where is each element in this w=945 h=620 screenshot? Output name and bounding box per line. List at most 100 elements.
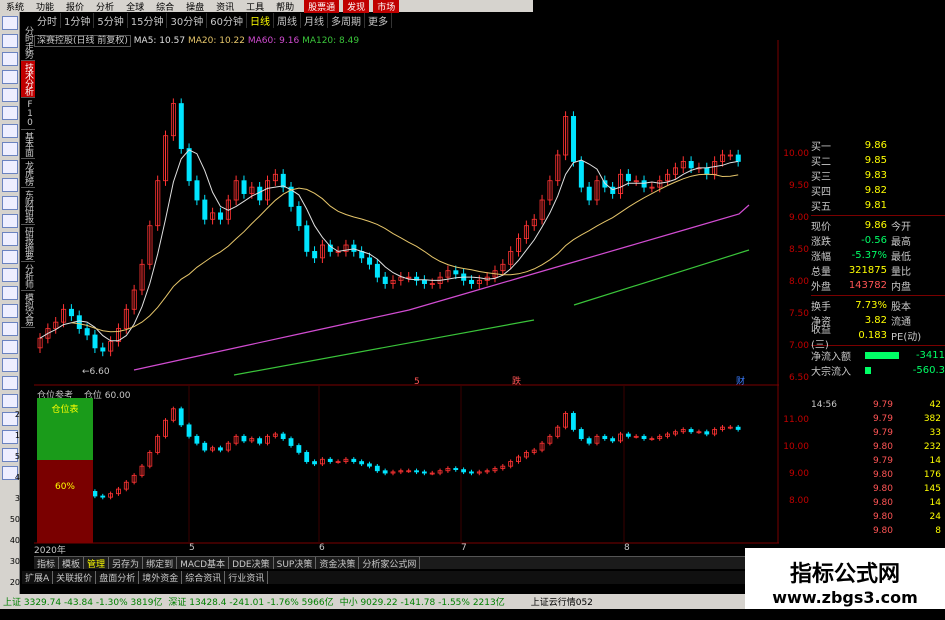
indicator-tab[interactable]: 管理 — [84, 557, 110, 570]
tool-icon[interactable] — [2, 250, 18, 264]
candle-body[interactable] — [218, 212, 224, 220]
indicator-tab[interactable]: 指标 — [34, 557, 60, 570]
menu-item[interactable]: 操盘 — [180, 0, 210, 13]
candle-body[interactable] — [625, 173, 631, 182]
tool-icon[interactable] — [2, 286, 18, 300]
candle-body[interactable] — [453, 270, 459, 275]
tool-icon[interactable] — [2, 214, 18, 228]
tool-icon[interactable] — [2, 160, 18, 174]
period-tab[interactable]: 1分钟 — [61, 13, 95, 28]
tool-icon[interactable] — [2, 52, 18, 66]
period-tab[interactable]: 月线 — [301, 13, 328, 28]
tool-icon[interactable] — [2, 268, 18, 282]
tool-icon[interactable] — [2, 88, 18, 102]
tool-icon[interactable] — [2, 196, 18, 210]
left-nav-item[interactable]: 分时走势 — [21, 24, 35, 61]
menu-item[interactable]: 综合 — [150, 0, 180, 13]
candle-body[interactable] — [421, 279, 427, 284]
candle-body[interactable] — [76, 315, 82, 329]
tool-icon[interactable] — [2, 304, 18, 318]
tool-icon[interactable] — [2, 358, 18, 372]
candle-body[interactable] — [571, 116, 577, 162]
tool-icon[interactable] — [2, 322, 18, 336]
candle-body[interactable] — [257, 186, 263, 201]
menu-item[interactable]: 报价 — [60, 0, 90, 13]
event-marker[interactable]: 财 — [736, 375, 745, 387]
event-marker[interactable]: 5 — [414, 377, 420, 387]
indicator-tab[interactable]: 模板 — [59, 557, 85, 570]
period-tab[interactable]: 周线 — [274, 13, 301, 28]
tool-icon[interactable] — [2, 70, 18, 84]
candle-body[interactable] — [202, 199, 208, 220]
left-nav-item[interactable]: 龙虎榜 — [21, 159, 35, 188]
extension-tab[interactable]: 关联报价 — [53, 571, 97, 584]
extension-tab[interactable]: 行业资讯 — [225, 571, 269, 584]
indicator-tab[interactable]: 另存为 — [109, 557, 144, 570]
extension-tab[interactable]: 境外资金 — [139, 571, 183, 584]
menu-item[interactable]: 系统 — [0, 0, 30, 13]
sz-index[interactable]: 深证 13428.4 -241.01 -1.76% 5966亿 — [165, 595, 336, 608]
left-nav-item[interactable]: 基本面 — [21, 130, 35, 159]
candle-body[interactable] — [296, 206, 302, 227]
tool-icon[interactable] — [2, 376, 18, 390]
period-tab[interactable]: 60分钟 — [207, 13, 247, 28]
menu-item[interactable]: 资讯 — [210, 0, 240, 13]
candle-body[interactable] — [280, 173, 286, 188]
period-tab[interactable]: 15分钟 — [128, 13, 168, 28]
candle-body[interactable] — [351, 244, 357, 252]
candle-body[interactable] — [367, 257, 373, 265]
indicator-tab[interactable]: 资金决策 — [316, 557, 360, 570]
candle-body[interactable] — [84, 328, 90, 336]
candle-body[interactable] — [374, 263, 380, 278]
candle-body[interactable] — [194, 180, 200, 201]
candle-body[interactable] — [178, 103, 184, 149]
tool-icon[interactable] — [2, 34, 18, 48]
period-tab[interactable]: 更多 — [365, 13, 392, 28]
extension-tab[interactable]: 综合资讯 — [182, 571, 226, 584]
tool-icon[interactable] — [2, 394, 18, 408]
menu-item[interactable]: 市场 — [373, 0, 400, 13]
tool-icon[interactable] — [2, 178, 18, 192]
candle-body[interactable] — [735, 154, 741, 162]
period-tab[interactable]: 多周期 — [328, 13, 365, 28]
menu-item[interactable]: 全球 — [120, 0, 150, 13]
left-nav-item[interactable]: 研报摘要 — [21, 225, 35, 262]
kline-chart[interactable]: ←6.60 5 跌 财 — [34, 40, 779, 550]
candle-body[interactable] — [586, 186, 592, 201]
sh-index[interactable]: 上证 3329.74 -43.84 -1.30% 3819亿 — [0, 595, 165, 608]
candle-body[interactable] — [186, 148, 192, 182]
indicator-tab[interactable]: DDE决策 — [229, 557, 274, 570]
period-tab[interactable]: 30分钟 — [167, 13, 208, 28]
menu-item[interactable]: 功能 — [30, 0, 60, 13]
candle-body[interactable] — [92, 334, 98, 349]
candle-body[interactable] — [704, 167, 710, 175]
candle-body[interactable] — [578, 161, 584, 188]
left-nav-item[interactable]: 东财研报 — [21, 188, 35, 225]
menu-item[interactable]: 分析 — [90, 0, 120, 13]
tool-icon[interactable] — [2, 142, 18, 156]
indicator-tab[interactable]: 分析家公式网 — [359, 557, 421, 570]
candle-body[interactable] — [68, 308, 74, 317]
tool-icon[interactable] — [2, 124, 18, 138]
extension-tab[interactable]: 扩展A — [22, 571, 54, 584]
period-tab[interactable]: 分时 — [34, 13, 61, 28]
candle-body[interactable] — [304, 225, 310, 252]
candle-body[interactable] — [312, 251, 318, 259]
menu-item[interactable]: 发现 — [343, 0, 370, 13]
period-tab[interactable]: 5分钟 — [94, 13, 128, 28]
tool-icon[interactable] — [2, 106, 18, 120]
left-nav-item[interactable]: 模拟交易 — [21, 291, 35, 328]
candle-body[interactable] — [382, 276, 388, 284]
indicator-tab[interactable]: SUP决策 — [274, 557, 317, 570]
event-marker[interactable]: 跌 — [512, 376, 521, 387]
left-nav-item[interactable]: 分析师 — [21, 262, 35, 291]
period-tab[interactable]: 日线 — [247, 13, 274, 28]
zx-index[interactable]: 中小 9029.22 -141.78 -1.55% 2213亿 — [337, 595, 508, 608]
menu-item[interactable]: 帮助 — [270, 0, 300, 13]
candle-body[interactable] — [641, 180, 647, 188]
tool-icon[interactable] — [2, 340, 18, 354]
tool-icon[interactable] — [2, 16, 18, 30]
candle-body[interactable] — [469, 279, 475, 284]
menu-item[interactable]: 股票通 — [304, 0, 340, 13]
tool-icon[interactable] — [2, 232, 18, 246]
